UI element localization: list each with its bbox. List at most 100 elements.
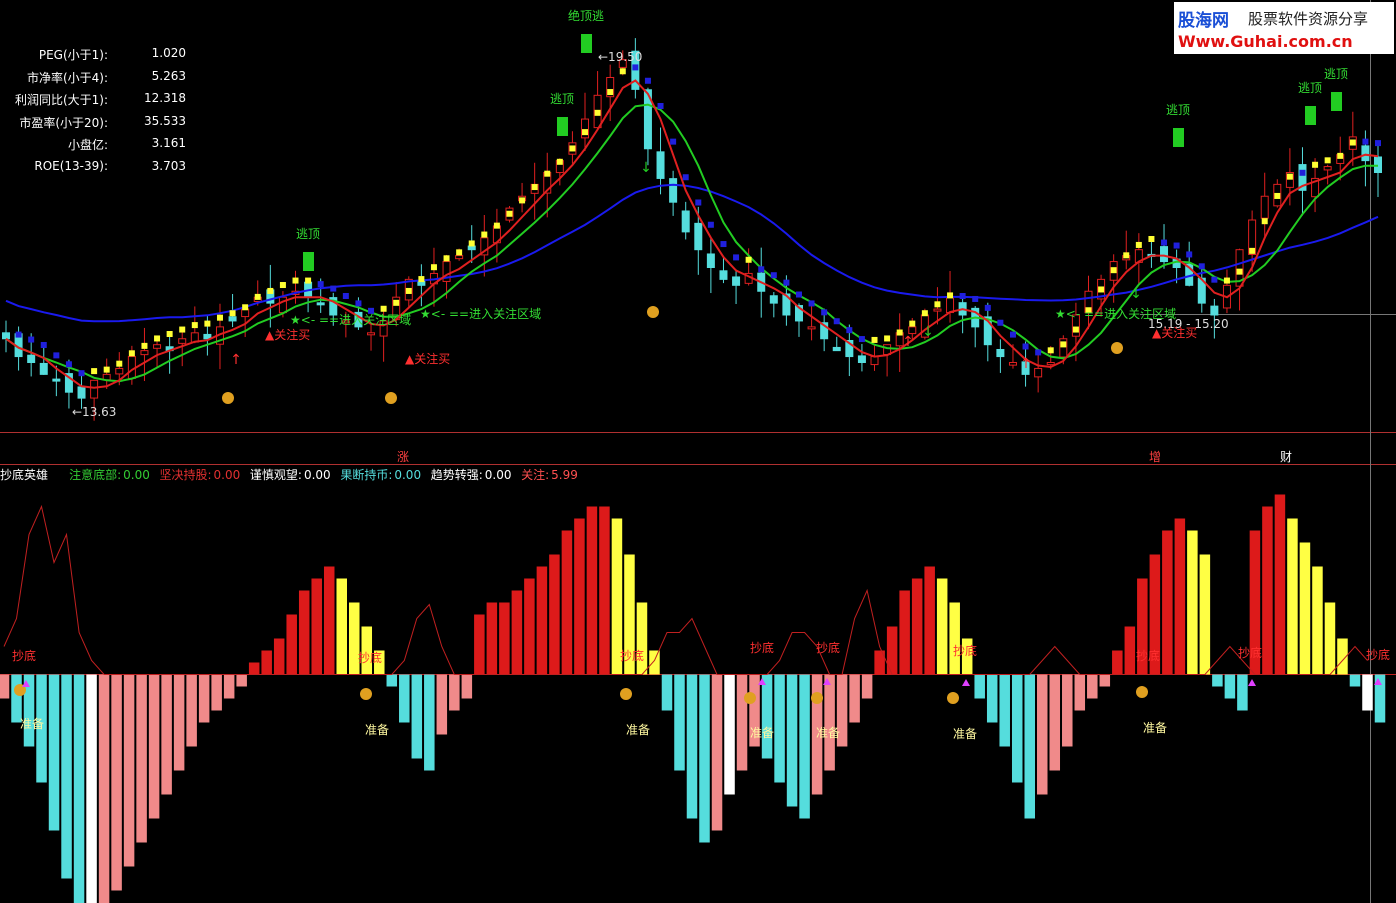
escape-top-label: 逃顶 — [1166, 103, 1190, 117]
histogram-bar — [561, 530, 573, 675]
histogram-bar — [311, 578, 322, 675]
prepare-label: 准备 — [953, 727, 977, 741]
histogram-bar — [1087, 674, 1098, 699]
bottom-catch-label: 抄底 — [12, 648, 36, 663]
event-marker: 增 — [1149, 450, 1161, 464]
histogram-bar — [173, 674, 185, 771]
histogram-bar — [86, 674, 97, 903]
watermark-slogan: 股票软件资源分享 — [1248, 10, 1369, 28]
histogram-bar — [1011, 674, 1023, 783]
fundamental-row: 利润同比(大于1): 12.318 — [0, 91, 190, 114]
histogram-bar — [1312, 566, 1323, 675]
money-bag-icon — [222, 392, 234, 404]
histogram-bar — [1124, 626, 1136, 675]
candle-body — [278, 296, 287, 314]
histogram-bar — [474, 614, 485, 675]
trail-dot-up — [745, 256, 752, 263]
escape-top-marker — [1305, 106, 1316, 125]
trail-dot-down — [78, 370, 85, 377]
trail-dot-up — [556, 158, 563, 165]
histogram-bar — [1349, 674, 1361, 687]
fundamental-label: 市盈率(小于20): — [19, 115, 108, 130]
histogram-bar — [974, 674, 985, 699]
histogram-bar — [0, 674, 10, 699]
candle-body — [115, 367, 124, 375]
histogram-bar — [298, 590, 310, 675]
histogram-bar — [899, 590, 910, 675]
escape-top-marker — [1173, 128, 1184, 147]
trail-dot-down — [959, 293, 966, 299]
candle-body — [52, 378, 61, 382]
trail-dot-up — [279, 282, 286, 289]
legend-value: 0.00 — [394, 468, 422, 482]
sell-arrow-icon: ↓ — [640, 160, 652, 176]
histogram-bar — [1099, 674, 1111, 687]
trail-dot-up — [456, 249, 463, 256]
histogram-bar — [323, 566, 335, 675]
trail-dot-down — [1375, 140, 1381, 147]
trail-dot-up — [267, 287, 274, 294]
trail-dot-up — [1261, 218, 1268, 225]
price-high-label: ←19.50 — [598, 50, 642, 64]
money-bag-icon — [947, 692, 959, 704]
trail-dot-down — [65, 361, 72, 368]
trail-dot-down — [682, 174, 689, 181]
histogram-bar — [424, 674, 435, 771]
histogram-bar — [949, 602, 960, 675]
histogram-bar — [986, 674, 998, 723]
trail-dot-up — [91, 368, 98, 375]
trail-dot-up — [292, 277, 299, 284]
histogram-bar — [198, 674, 210, 723]
trail-dot-up — [179, 326, 186, 333]
histogram-bar — [911, 578, 923, 675]
trail-dot-down — [355, 300, 362, 307]
legend-value: 0.00 — [123, 468, 150, 482]
histogram-bar — [336, 578, 347, 675]
candle-body — [1361, 145, 1370, 162]
histogram-bar — [486, 602, 498, 675]
fundamental-row: PEG(小于1): 1.020 — [0, 46, 190, 69]
histogram-bar — [699, 674, 710, 843]
histogram-bar — [1212, 674, 1223, 687]
trail-dot-up — [1072, 326, 1079, 333]
histogram-bar — [161, 674, 172, 795]
attention-zone-label: ★<- ==进入关注区域 — [290, 312, 411, 327]
histogram-bar — [711, 674, 723, 831]
trail-dot-up — [1236, 268, 1243, 275]
legend-value: 0.00 — [484, 468, 512, 482]
trail-dot-up — [531, 184, 538, 191]
candle-body — [857, 355, 866, 364]
candle-body — [1160, 246, 1169, 263]
fundamental-row: 小盘亿: 3.161 — [0, 136, 190, 159]
histogram-bar — [861, 674, 873, 699]
watermark-url: Www.Guhai.com.cn — [1178, 32, 1353, 51]
trail-dot-up — [1098, 286, 1105, 293]
trail-dot-up — [1286, 173, 1293, 180]
histogram-bar — [399, 674, 410, 723]
candle-body — [807, 326, 816, 330]
histogram-bar — [73, 674, 85, 903]
stock-chart[interactable]: ←19.50←13.6315.19 - 15.20逃顶绝顶逃逃顶逃顶逃顶逃顶★<… — [0, 0, 1396, 903]
histogram-bar — [386, 674, 398, 687]
histogram-bar — [1187, 530, 1198, 675]
histogram-bar — [1074, 674, 1086, 711]
trail-dot-up — [216, 314, 223, 321]
histogram-bar — [1324, 602, 1336, 675]
buy-arrow-icon: ↑ — [1020, 356, 1032, 372]
histogram-bar — [686, 674, 698, 819]
trail-dot-up — [921, 310, 928, 317]
trail-dot-down — [858, 336, 865, 343]
bottom-catch-label: 抄底 — [953, 643, 977, 658]
trail-dot-up — [506, 210, 513, 217]
candle-body — [39, 362, 48, 375]
candle-body — [669, 178, 678, 203]
trail-dot-up — [305, 277, 312, 284]
trail-dot-down — [1035, 349, 1042, 356]
money-bag-icon — [360, 688, 372, 700]
trail-dot-up — [254, 293, 261, 300]
histogram-bar — [1362, 674, 1373, 711]
histogram-bar — [111, 674, 122, 891]
candle-body — [908, 326, 917, 335]
trail-dot-up — [468, 240, 475, 247]
candle-body — [933, 308, 942, 312]
